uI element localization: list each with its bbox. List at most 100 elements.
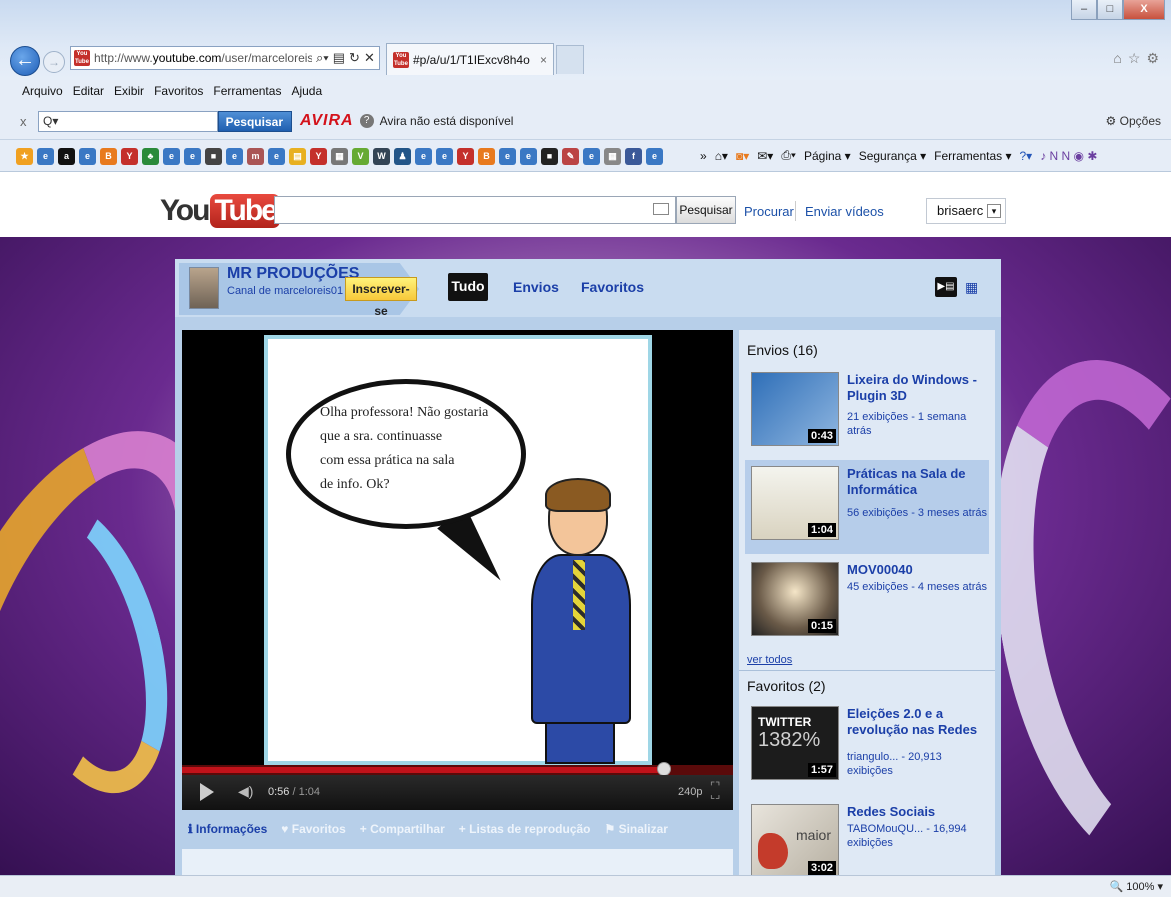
blogger-icon[interactable]: B <box>100 148 117 165</box>
favorites-star-icon[interactable]: ★ <box>16 148 33 165</box>
video-thumbnail[interactable]: maior 3:02 <box>751 804 839 875</box>
ie-page-icon[interactable]: e <box>184 148 201 165</box>
tab-uploads[interactable]: Envios <box>513 279 559 295</box>
menu-exibir[interactable]: Exibir <box>114 84 144 98</box>
help-icon[interactable]: ?▾ <box>1020 149 1033 163</box>
ie-page-icon[interactable]: e <box>163 148 180 165</box>
minimize-button[interactable]: – <box>1071 0 1097 20</box>
youtube-icon[interactable]: Y <box>457 148 474 165</box>
player-view-icon[interactable]: ▶▤ <box>935 277 957 297</box>
ie-page-icon[interactable]: e <box>583 148 600 165</box>
ie-page-icon[interactable]: e <box>415 148 432 165</box>
youtube-icon[interactable]: Y <box>121 148 138 165</box>
toolbar-search-input[interactable]: Q▾ <box>38 111 218 132</box>
quality-button[interactable]: 240p <box>678 786 702 798</box>
ie-page-icon[interactable]: e <box>520 148 537 165</box>
keyboard-icon[interactable] <box>653 203 669 215</box>
youtube-icon[interactable]: Y <box>310 148 327 165</box>
ie-page-icon[interactable]: e <box>499 148 516 165</box>
chevron-right-icon[interactable]: » <box>700 149 707 163</box>
stop-icon[interactable]: ✕ <box>364 50 375 66</box>
user-menu[interactable]: brisaerc ▾ <box>926 198 1006 224</box>
mail-icon[interactable]: ✉▾ <box>757 149 773 163</box>
close-tab-icon[interactable]: × <box>540 53 547 67</box>
bookmark-icon[interactable]: ♟ <box>394 148 411 165</box>
video-item[interactable]: 0:43 Lixeira do Windows - Plugin 3D 21 e… <box>745 366 989 460</box>
gear-icon[interactable]: ⚙ <box>1146 50 1165 66</box>
video-thumbnail[interactable]: 1:04 <box>751 466 839 540</box>
menu-editar[interactable]: Editar <box>73 84 104 98</box>
close-window-button[interactable]: X <box>1123 0 1165 20</box>
video-title[interactable]: Redes Sociais <box>847 804 987 820</box>
refresh-icon[interactable]: ↻ <box>349 50 360 66</box>
tab-favorites-info[interactable]: ♥ Favoritos <box>281 822 345 836</box>
options-link[interactable]: ⚙ Opções <box>1106 114 1161 128</box>
toolbar-search-button[interactable]: Pesquisar <box>218 111 292 132</box>
video-thumbnail[interactable]: 0:15 <box>751 562 839 636</box>
video-player[interactable]: Olha professora! Não gostaria que a sra.… <box>182 330 733 810</box>
video-item[interactable]: maior 3:02 Redes Sociais TABOMouQU... - … <box>745 798 989 875</box>
menu-ferramentas[interactable]: Ferramentas <box>213 84 281 98</box>
zoom-control[interactable]: 🔍 100% ▾ <box>1110 880 1163 893</box>
youtube-search-button[interactable]: Pesquisar <box>676 196 736 224</box>
bookmark-icon[interactable]: ■ <box>205 148 222 165</box>
upload-link[interactable]: Enviar vídeos <box>805 204 884 219</box>
new-tab-button[interactable] <box>556 45 584 74</box>
bookmark-icon[interactable]: ■ <box>541 148 558 165</box>
progress-bar[interactable] <box>182 762 733 776</box>
tab-info[interactable]: ℹ Informações <box>188 822 267 836</box>
menu-favoritos[interactable]: Favoritos <box>154 84 203 98</box>
menu-seguranca[interactable]: Segurança ▾ <box>859 149 926 163</box>
ie-page-icon[interactable]: e <box>268 148 285 165</box>
ie-page-icon[interactable]: e <box>646 148 663 165</box>
back-button[interactable]: ← <box>10 46 40 76</box>
rss-icon[interactable]: ◙▾ <box>736 149 749 163</box>
bookmark-icon[interactable]: ✎ <box>562 148 579 165</box>
video-item-selected[interactable]: 1:04 Práticas na Sala de Informática 56 … <box>745 460 989 554</box>
see-all-link[interactable]: ver todos <box>747 654 792 666</box>
subscribe-button[interactable]: Inscrever-se <box>345 277 417 318</box>
bookmark-icon[interactable]: V <box>352 148 369 165</box>
facebook-icon[interactable]: f <box>625 148 642 165</box>
tab-share[interactable]: + Compartilhar <box>360 822 445 836</box>
youtube-logo[interactable]: You Tube <box>160 194 280 228</box>
menu-pagina[interactable]: Página ▾ <box>804 149 851 163</box>
star-icon[interactable]: ☆ <box>1128 50 1147 66</box>
video-title[interactable]: MOV00040 <box>847 562 987 578</box>
ie-page-icon[interactable]: e <box>226 148 243 165</box>
tab-all[interactable]: Tudo <box>448 273 488 301</box>
forward-button[interactable]: → <box>43 51 65 73</box>
video-thumbnail[interactable]: TWITTER 1382% 1:57 <box>751 706 839 780</box>
bookmark-icon[interactable]: m <box>247 148 264 165</box>
video-item[interactable]: TWITTER 1382% 1:57 Eleições 2.0 e a revo… <box>745 700 989 794</box>
video-thumbnail[interactable]: 0:43 <box>751 372 839 446</box>
channel-subtitle[interactable]: Canal de marceloreis01 <box>227 285 343 297</box>
video-title[interactable]: Práticas na Sala de Informática <box>847 466 987 498</box>
home-icon[interactable]: ⌂ <box>1113 50 1127 66</box>
ie-page-icon[interactable]: e <box>436 148 453 165</box>
progress-handle[interactable] <box>657 762 672 776</box>
tab-playlists[interactable]: + Listas de reprodução <box>459 822 591 836</box>
fullscreen-icon[interactable]: ⌜⌝ ⌞⌟ <box>710 782 720 801</box>
youtube-search-input[interactable] <box>274 196 676 224</box>
browser-tab[interactable]: You Tube #p/a/u/1/T1IExcv8h4o × <box>386 43 554 75</box>
menu-arquivo[interactable]: Arquivo <box>22 84 63 98</box>
bookmark-icon[interactable]: ▦ <box>604 148 621 165</box>
menu-ajuda[interactable]: Ajuda <box>291 84 322 98</box>
ie-page-icon[interactable]: e <box>79 148 96 165</box>
video-item[interactable]: 0:15 MOV00040 45 exibições - 4 meses atr… <box>745 556 989 650</box>
maximize-button[interactable]: □ <box>1097 0 1123 20</box>
video-title[interactable]: Eleições 2.0 e a revolução nas Redes <box>847 706 987 738</box>
search-icon[interactable]: ⌕▾ <box>316 50 329 66</box>
avira-logo[interactable]: AVIRA <box>300 112 354 130</box>
chevron-down-icon[interactable]: ▾ <box>987 204 1001 218</box>
grid-view-icon[interactable]: ▦ <box>965 279 978 296</box>
play-icon[interactable] <box>200 783 214 801</box>
tab-flag[interactable]: ⚑ Sinalizar <box>605 822 668 836</box>
close-toolbar-icon[interactable]: x <box>20 114 27 129</box>
bookmark-icon[interactable]: a <box>58 148 75 165</box>
print-icon[interactable]: ⎙▾ <box>781 148 796 163</box>
addon-icons[interactable]: ♪ N N ◉ ✱ <box>1040 149 1097 163</box>
channel-name[interactable]: MR PRODUÇÕES <box>227 265 359 283</box>
bookmark-icon[interactable]: ♣ <box>142 148 159 165</box>
